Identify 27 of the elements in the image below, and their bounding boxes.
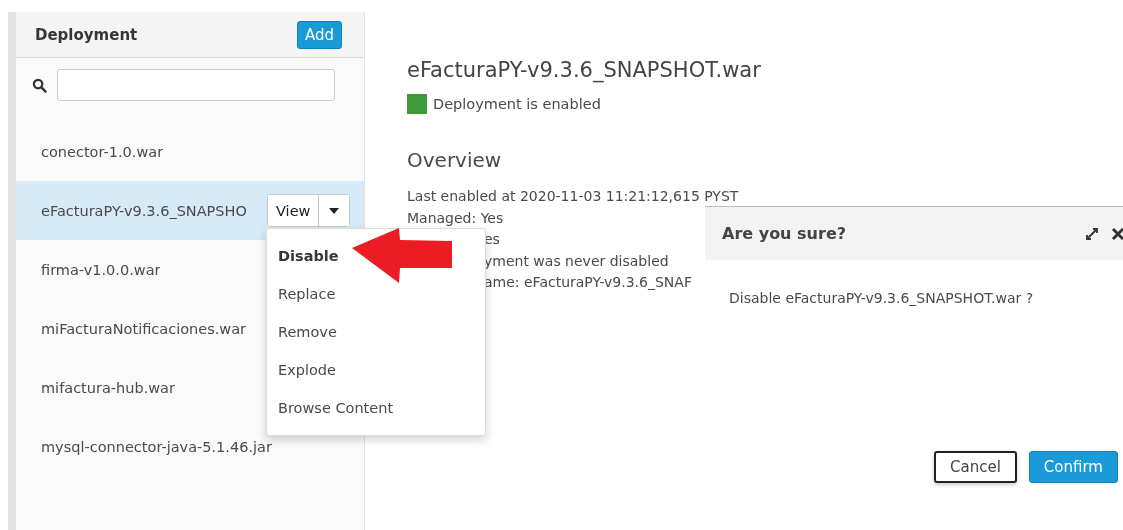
deployment-name: conector-1.0.war <box>41 143 164 160</box>
sidebar-title: Deployment <box>35 25 138 44</box>
section-heading: Overview <box>407 148 503 172</box>
menu-item[interactable]: Explode <box>267 351 347 389</box>
arrow-icon <box>352 228 452 283</box>
dialog-title: Are you sure? <box>722 224 847 243</box>
detail-line: Managed: Yes <box>407 208 504 228</box>
deployment-name: mysql-connector-java-5.1.46.jar <box>41 438 272 455</box>
search-icon <box>32 77 47 93</box>
expand-icon[interactable] <box>1085 226 1099 241</box>
deployment-item[interactable]: conector-1.0.war <box>16 122 364 181</box>
status-text: Deployment is enabled <box>433 96 601 112</box>
deployment-title: eFacturaPY-v9.3.6_SNAPSHOT.war <box>407 58 762 82</box>
close-icon[interactable] <box>1111 226 1123 241</box>
menu-item[interactable]: Remove <box>267 313 348 351</box>
detail-line: Last enabled at 2020-11-03 11:21:12,615 PYST <box>407 187 739 206</box>
menu-item[interactable]: Disable <box>267 237 350 275</box>
dialog-message: Disable eFacturaPY-v9.3.6_SNAPSHOT.war ? <box>729 290 1035 306</box>
deployment-name: eFacturaPY-v9.3.6_SNAPSHO <box>41 202 248 219</box>
caret-icon <box>329 207 340 214</box>
deployment-item[interactable]: eFacturaPY-v9.3.6_SNAPSHO View <box>16 181 364 240</box>
detail-line: ame: eFacturaPY-v9.3.6_SNAF <box>484 273 692 292</box>
search-field[interactable] <box>57 69 335 101</box>
cancel-button[interactable]: Cancel <box>934 451 1017 483</box>
menu-item[interactable]: Replace <box>267 275 347 313</box>
view-button[interactable]: View <box>268 195 320 226</box>
detail-line: yment was never disabled <box>484 251 669 271</box>
